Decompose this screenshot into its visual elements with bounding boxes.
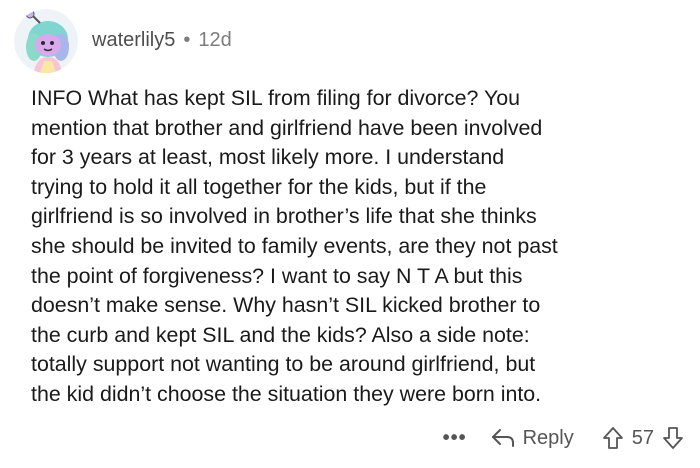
reply-button[interactable]: Reply — [491, 427, 574, 450]
avatar[interactable] — [14, 9, 78, 73]
comment-actions: ••• Reply 57 — [443, 420, 684, 456]
comment-body-line: girlfriend is so involved in brother’s l… — [31, 204, 537, 229]
meta-separator: • — [183, 28, 191, 51]
reply-label: Reply — [522, 426, 574, 449]
comment-body-line: mention that brother and girlfriend have… — [31, 115, 543, 140]
comment: waterlily5 • 12d INFO What has kept SIL … — [0, 0, 700, 468]
comment-body-line: trying to hold it all together for the k… — [31, 174, 487, 199]
comment-body-line: doesn’t make sense. Why hasn’t SIL kicke… — [31, 293, 541, 318]
vote-controls: 57 — [602, 426, 684, 450]
upvote-arrow-icon[interactable] — [602, 426, 624, 450]
comment-body-line: the kid didn’t choose the situation they… — [31, 381, 542, 406]
username[interactable]: waterlily5 — [92, 29, 175, 52]
timestamp: 12d — [198, 28, 232, 51]
comment-body-line: the curb and kept SIL and the kids? Also… — [31, 322, 530, 347]
reply-arrow-icon — [491, 429, 514, 447]
downvote-arrow-icon[interactable] — [662, 426, 684, 450]
more-options-button[interactable]: ••• — [443, 427, 467, 450]
comment-body: INFO What has kept SIL from filing for d… — [31, 84, 696, 410]
comment-body-line: for 3 years at least, most likely more. … — [31, 145, 505, 170]
comment-body-line: INFO What has kept SIL from filing for d… — [31, 86, 521, 110]
comment-meta: waterlily5 • 12d — [92, 29, 232, 52]
comment-body-line: the point of forgiveness? I want to say … — [31, 263, 523, 288]
vote-count: 57 — [631, 426, 654, 449]
comment-body-line: totally support not wanting to be around… — [31, 352, 536, 377]
comment-body-line: she should be invited to family events, … — [31, 233, 558, 258]
comment-header: waterlily5 • 12d — [14, 8, 232, 74]
snoo-avatar-icon — [14, 9, 78, 73]
